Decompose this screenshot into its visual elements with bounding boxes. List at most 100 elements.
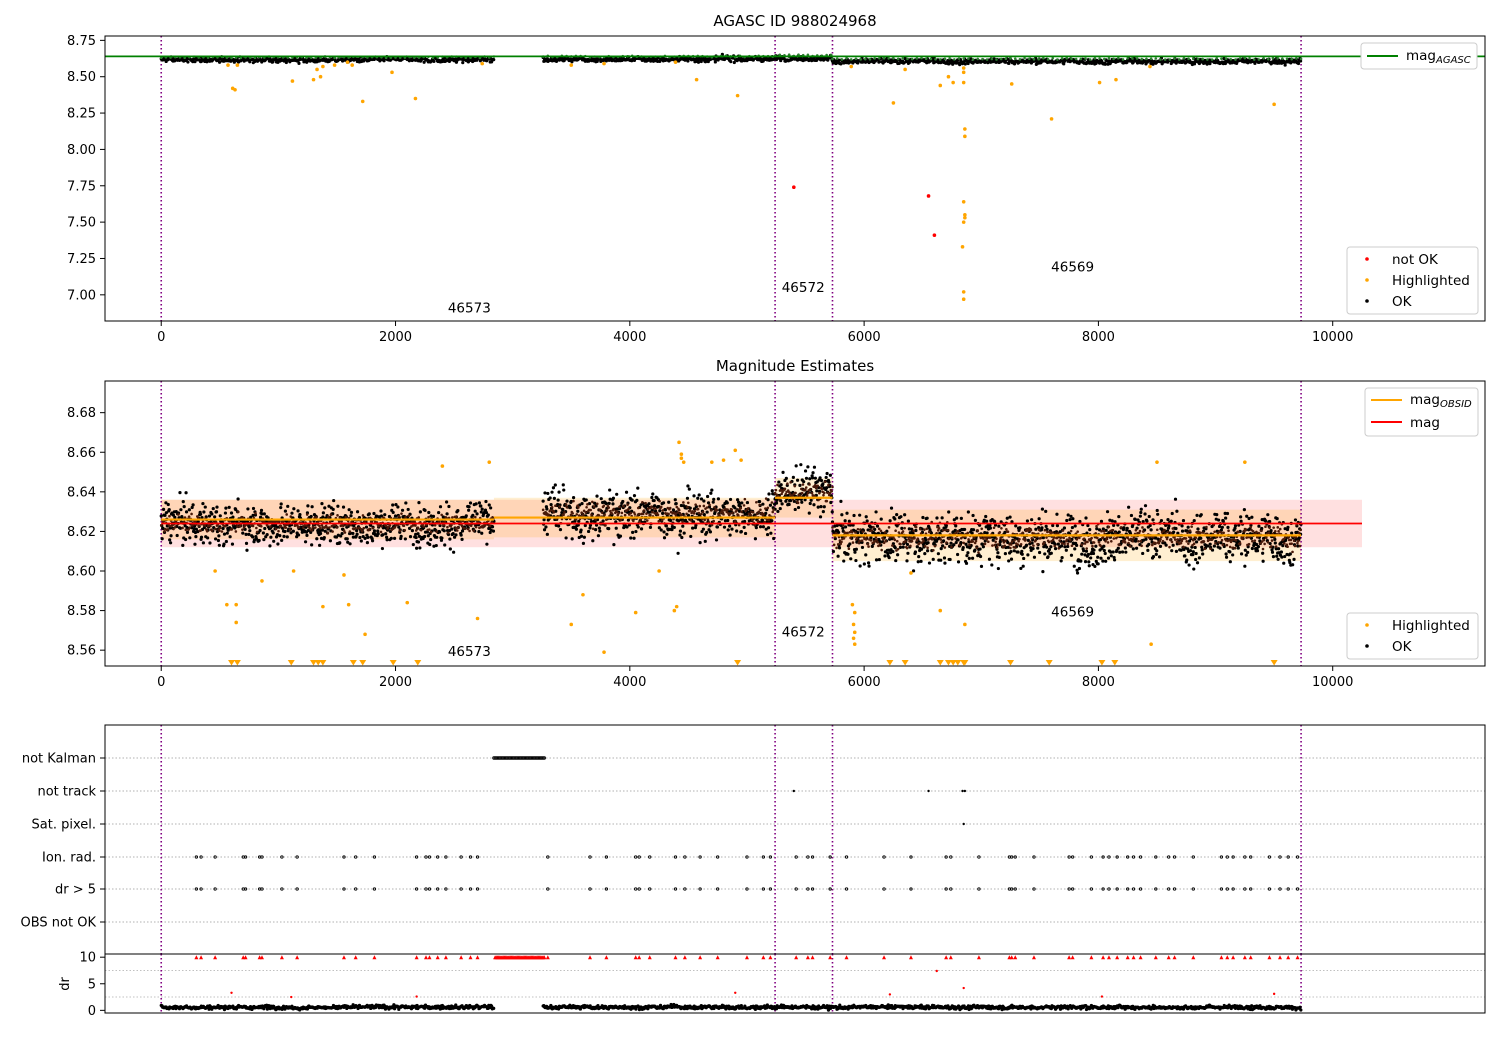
panel1-green-seg3-6410 [910,57,914,61]
panel2-ok-seg0-point-343 [320,502,324,506]
panel2-ok-seg3-point-826 [1217,524,1222,529]
panel2-inner-seg0-1449 [329,513,333,517]
panel2-ok-seg3-point-597 [1110,519,1114,523]
panel2-ok-seg2-point-99 [819,478,824,483]
panel2-inner-seg1-3589 [580,511,583,515]
panel2-ok-seg3-point-780 [1196,527,1200,531]
panel2-ok-seg3-point-239 [942,556,947,560]
panel2-ok-seg0-point-211 [258,528,262,533]
panel2-inner-seg2-5730 [831,485,834,489]
panel1-green-seg3-7610 [1051,56,1055,60]
panel2-ok-seg3-point-949 [1275,517,1279,521]
panel2-ok-seg3-point-723 [1169,519,1173,523]
panel2-ok-seg0-point-575 [429,537,433,542]
panel2-ok-seg3-point-112 [883,554,887,558]
panel2-inner-seg0-1876 [379,530,383,534]
panel2-ok-seg1-point-165 [618,534,623,538]
panel2-ok-seg3-point-783 [1197,556,1201,560]
panel2-inner-seg0-2149 [411,524,415,527]
panel2-ok-seg0-point-707 [490,525,495,529]
panel2-ok-seg3-point-388 [1012,549,1016,553]
panel2-ok-seg3-point-453 [1043,552,1047,556]
panel1-ytick-label-2: 7.50 [67,216,96,231]
panel2-inner-seg1-4282 [661,509,665,512]
panel2-inner-seg0-1554 [341,524,345,528]
panel2-inner-seg0-1659 [354,526,357,530]
panel1-green-seg3-7530 [1042,56,1045,60]
panel1-green-seg3-7810 [1074,57,1078,61]
panel2-ok-seg1-point-187 [629,536,633,540]
panel2-ok-seg3-point-223 [935,516,939,520]
panel1-green-seg3-9610 [1285,57,1289,61]
panel2-ok-seg3-point-248 [947,510,951,514]
panel2-ok-seg3-point-269 [956,560,961,564]
panel2-ok-seg3-point-197 [923,552,927,556]
panel2-ok-seg0-point-139 [224,539,228,544]
panel2-ok-seg0-point-253 [278,534,282,538]
panel2-inner-seg2-5639 [820,487,824,491]
panel2-ok-seg2-point-45 [794,464,798,468]
panel2-ok-seg0-point-189 [248,529,252,533]
panel2-ok-seg3-point-282 [963,527,967,532]
panel2-inner-seg1-4695 [709,509,713,512]
panel2-inner-seg1-4044 [633,513,637,516]
figure: AGASC ID 988024968 465734657246569 0 2000… [21,12,1486,1019]
panel2-inner-seg1-3904 [617,511,620,515]
panel2-ok-seg3-point-685 [1151,555,1156,559]
panel2-ok-seg1-point-374 [716,497,720,501]
panel2-ok-seg1-point-357 [708,530,713,534]
panel2-ok-seg0-point-349 [323,506,327,510]
panel2-ok-seg0-point-361 [328,539,332,543]
panel2-ok-seg3-point-889 [1247,516,1251,521]
panel2-ok-seg0-point-684 [480,531,484,535]
panel2-ok-seg3-point-771 [1192,567,1196,571]
panel2-ok-seg3-point-777 [1194,540,1199,544]
panel2-ok-seg3-point-204 [926,541,930,545]
panel2-ok-seg1-point-363 [711,500,715,504]
panel2-inner-seg1-4135 [644,501,647,505]
panel2-ok-seg0-point-588 [435,535,439,539]
panel2-ok-seg0-point-46 [181,543,185,547]
panel2-inner-seg1-3946 [622,504,625,508]
panel2-ok-seg2-point-97 [818,515,823,519]
panel2-ok-seg3-point-521 [1075,543,1079,547]
panel2-ok-seg3-point-405 [1020,552,1024,556]
panel2-ok-seg3-point-724 [1170,549,1174,553]
panel1-green-seg3-8490 [1154,57,1158,60]
panel2-inner-seg2-5471 [800,491,804,495]
panel2-ok-seg3-point-560 [1093,564,1097,569]
panel2-ok-seg2-point-102 [821,482,825,486]
panel1-green-seg3-6450 [915,57,919,60]
panel1-green-seg3-7290 [1013,57,1017,61]
panel2-inner-seg0-637 [234,530,238,533]
panel2-ok-seg3-point-733 [1174,526,1178,531]
panel1-green-seg3-8730 [1182,57,1186,60]
panel1-green-seg3-9290 [1248,56,1251,60]
panel2-ok-seg3-point-51 [854,547,858,551]
panel2-inner-seg1-5108 [758,503,761,507]
panel2-ok-seg1-point-301 [682,531,686,535]
panel2-ok-seg3-point-93 [874,510,878,514]
panel2-ok-seg3-point-546 [1086,552,1090,557]
panel2-ok-seg3-point-417 [1026,553,1030,557]
panel2-ok-seg2-point-103 [821,510,825,514]
panel2-ok-seg3-point-279 [961,545,965,550]
panel2-ok-seg3-point-448 [1040,507,1045,511]
panel2-ok-seg1-point-261 [663,508,668,512]
panel2-ok-seg3-point-712 [1164,543,1168,547]
panel2-ok-seg0-point-226 [265,533,269,537]
panel1-xtick-label-2: 4000 [613,330,646,345]
panel2-ok-seg3-point-12 [836,554,840,558]
panel2-inner-seg1-4142 [645,512,648,515]
panel1-green-seg3-8050 [1102,57,1106,61]
panel1-green-seg3-7210 [1004,57,1008,61]
panel2-ok-seg3-point-202 [925,516,929,520]
panel2-ok-seg1-point-308 [685,496,690,500]
panel2-ok-seg3-point-253 [949,541,953,545]
panel2-ok-seg3-point-895 [1250,515,1254,519]
panel2-inner-seg1-4254 [658,499,661,503]
panel2-ok-seg1-point-88 [582,535,586,539]
panel1-green-seg3-9010 [1215,56,1219,60]
panel2-ok-seg3-point-510 [1069,553,1074,557]
panel1-green-seg3-7170 [999,57,1003,61]
